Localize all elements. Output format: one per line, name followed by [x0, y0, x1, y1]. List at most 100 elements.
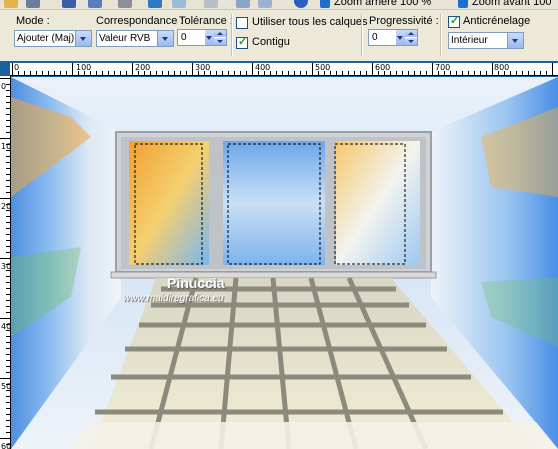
- ruler-tick: [6, 144, 10, 145]
- ruler-tick: [360, 71, 361, 75]
- spin-down-icon[interactable]: [405, 38, 417, 45]
- undo-icon[interactable]: [148, 0, 162, 8]
- ruler-tick: [6, 420, 10, 421]
- dropdown-arrow-icon[interactable]: [396, 30, 405, 45]
- ruler-tick: [6, 228, 10, 229]
- ruler-tick: [288, 71, 289, 75]
- room-artwork: [11, 77, 558, 449]
- chevron-down-icon[interactable]: [157, 31, 173, 46]
- ruler-tick: [228, 71, 229, 75]
- mode-select[interactable]: Ajouter (Maj): [14, 30, 92, 47]
- contigu-checkbox[interactable]: [236, 35, 248, 49]
- ruler-tick: [408, 71, 409, 75]
- dropdown-arrow-icon[interactable]: [205, 30, 214, 45]
- ruler-tick: [462, 71, 463, 75]
- ruler-tick: [180, 71, 181, 75]
- ruler-tick: [6, 336, 10, 337]
- zoom-out-icon[interactable]: [320, 0, 330, 8]
- ruler-tick: [6, 240, 10, 241]
- ruler-tick: [6, 270, 10, 271]
- ruler-tick: [252, 63, 253, 75]
- zoom-in-button[interactable]: Zoom avant 100: [472, 0, 552, 8]
- ruler-tick: [384, 71, 385, 75]
- ruler-tick: [396, 71, 397, 75]
- ruler-tick: [198, 71, 199, 75]
- ruler-tick: [354, 71, 355, 75]
- ruler-tick: [0, 78, 10, 79]
- ruler-tick: [6, 132, 10, 133]
- ruler-tick: [546, 71, 547, 75]
- ruler-tick: [6, 108, 10, 109]
- print-icon[interactable]: [118, 0, 132, 8]
- ruler-tick: [222, 71, 223, 75]
- open-folder-icon[interactable]: [4, 0, 18, 8]
- ruler-tick: [504, 71, 505, 75]
- ruler-tick: [438, 71, 439, 75]
- spin-up-icon[interactable]: [214, 30, 226, 37]
- paste-icon[interactable]: [236, 0, 250, 8]
- ruler-tick: [54, 71, 55, 75]
- ruler-tick: [6, 372, 10, 373]
- ruler-tick: [6, 180, 10, 181]
- ruler-tick: [90, 71, 91, 75]
- anticrenelage-checkbox[interactable]: [448, 14, 460, 28]
- zoom-in-icon[interactable]: [458, 0, 468, 8]
- anticrenelage-mode-select[interactable]: Intérieur: [448, 32, 524, 49]
- ruler-tick: [294, 71, 295, 75]
- ruler-tick: [108, 71, 109, 75]
- ruler-tick: [6, 210, 10, 211]
- ruler-tick: [216, 71, 217, 75]
- zoom-out-button[interactable]: Zoom arrière 100 %: [334, 0, 431, 8]
- anticrenelage-mode-value: Intérieur: [451, 35, 488, 46]
- browse-icon[interactable]: [26, 0, 40, 8]
- spin-up-icon[interactable]: [405, 30, 417, 37]
- ruler-tick: [6, 354, 10, 355]
- chevron-down-icon[interactable]: [75, 31, 91, 46]
- paste-new-icon[interactable]: [258, 0, 272, 8]
- contigu-label[interactable]: Contigu: [252, 36, 290, 48]
- ruler-tick: [426, 71, 427, 75]
- ruler-tick: [6, 414, 10, 415]
- image-canvas[interactable]: Pinuccia www.maidiregrafica.eu: [11, 77, 558, 449]
- info-icon[interactable]: [294, 0, 308, 8]
- ruler-tick: [78, 71, 79, 75]
- ruler-tick: [24, 71, 25, 75]
- ruler-tick: [72, 63, 73, 75]
- ruler-tick: [0, 138, 10, 139]
- anticrenelage-label[interactable]: Anticrénelage: [463, 15, 530, 27]
- ruler-tick: [402, 71, 403, 75]
- ruler-tick: [300, 71, 301, 75]
- save-as-icon[interactable]: [88, 0, 102, 8]
- tolerance-spinner[interactable]: 0: [177, 29, 227, 46]
- ruler-tick: [6, 348, 10, 349]
- progressivite-value: 0: [372, 32, 378, 43]
- main-toolbar: Zoom arrière 100 % Zoom avant 100: [0, 0, 558, 10]
- copy-icon[interactable]: [204, 0, 218, 8]
- redo-icon[interactable]: [172, 0, 186, 8]
- ruler-label: 800: [494, 63, 510, 72]
- ruler-tick: [528, 71, 529, 75]
- ruler-tick: [0, 198, 10, 199]
- correspondance-select[interactable]: Valeur RVB: [96, 30, 174, 47]
- ruler-tick: [276, 71, 277, 75]
- use-all-layers-checkbox[interactable]: [236, 17, 248, 29]
- ruler-tick: [6, 186, 10, 187]
- ruler-tick: [474, 71, 475, 75]
- ruler-tick: [306, 71, 307, 75]
- ruler-tick: [234, 71, 235, 75]
- ruler-tick: [534, 71, 535, 75]
- mode-label: Mode :: [16, 15, 50, 27]
- ruler-tick: [150, 71, 151, 75]
- use-all-layers-label[interactable]: Utiliser tous les calques: [252, 16, 368, 28]
- watermark-title: Pinuccia: [167, 275, 225, 291]
- ruler-tick: [540, 71, 541, 75]
- spin-down-icon[interactable]: [214, 38, 226, 45]
- save-icon[interactable]: [62, 0, 76, 8]
- ruler-tick: [192, 63, 193, 75]
- ruler-tick: [6, 114, 10, 115]
- chevron-down-icon[interactable]: [507, 33, 523, 48]
- progressivite-spinner[interactable]: 0: [368, 29, 418, 46]
- vertical-ruler: 0 100 200 300 400 500 600: [0, 76, 11, 449]
- ruler-tick: [480, 71, 481, 75]
- ruler-tick: [282, 71, 283, 75]
